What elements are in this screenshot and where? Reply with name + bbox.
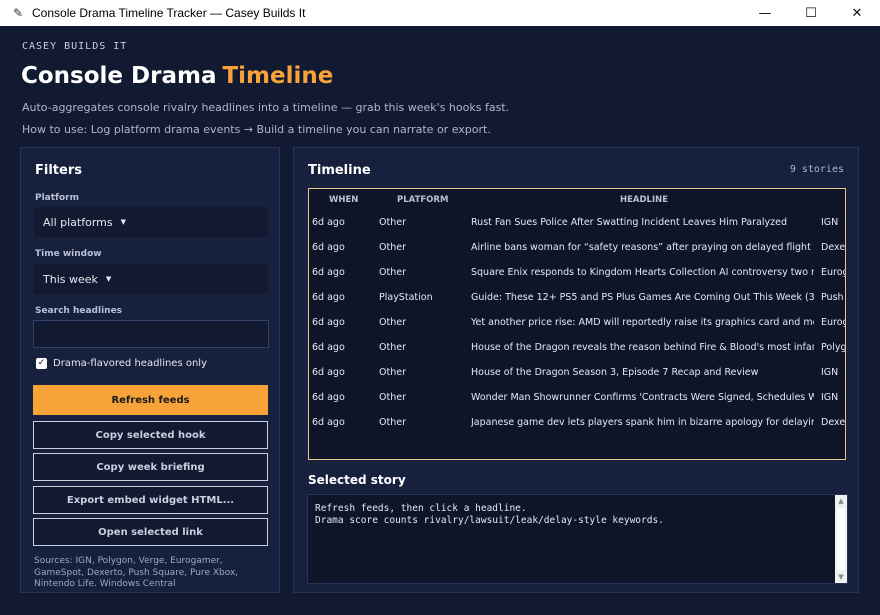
row-headline: Japanese game dev lets players spank him… [471, 417, 814, 428]
tagline: Auto-aggregates console rivalry headline… [22, 101, 510, 114]
platform-select-value: All platforms [43, 215, 113, 229]
column-header-platform[interactable]: PLATFORM [397, 195, 448, 205]
row-platform: Other [379, 217, 406, 228]
row-headline: Square Enix responds to Kingdom Hearts C… [471, 267, 814, 278]
timeline-table[interactable]: WHEN PLATFORM HEADLINE 6d ago Other Rust F… [308, 188, 846, 460]
scroll-up-icon[interactable]: ▲ [835, 495, 847, 507]
table-row[interactable]: 6d ago PlayStation Guide: These 12+ PS5 an… [309, 285, 845, 310]
row-source: IGN [821, 367, 839, 378]
row-source: Dexer [821, 242, 846, 253]
drama-only-label: Drama-flavored headlines only [53, 358, 208, 369]
brand-label: CASEY BUILDS IT [22, 41, 128, 52]
feather-icon: ✎ [12, 6, 24, 20]
platform-label: Platform [35, 193, 79, 203]
table-row[interactable]: 6d ago Other Yet another price rise: AMD w… [309, 310, 846, 335]
timeline-title: Timeline [308, 163, 371, 178]
caret-down-icon: ▼ [120, 218, 126, 226]
page-title-accent: Timeline [222, 63, 334, 89]
table-row[interactable]: 6d ago Other House of the Dragon Season 3,… [309, 360, 845, 385]
row-when: 6d ago [312, 367, 345, 378]
selected-story-textbox[interactable]: Refresh feeds, then click a headline. Dr… [307, 494, 848, 584]
table-row[interactable]: 6d ago Other House of the Dragon reveals t… [309, 335, 846, 360]
story-count: 9 stories [789, 164, 844, 175]
platform-select[interactable]: All platforms ▼ [34, 207, 268, 237]
how-to-text: How to use: Log platform drama events → … [22, 123, 491, 136]
row-headline: House of the Dragon Season 3, Episode 7 … [471, 367, 759, 378]
page-title-main: Console Drama [21, 63, 217, 89]
app-body: CASEY BUILDS IT Console Drama Timeline Au… [0, 26, 880, 615]
copy-hook-button[interactable]: Copy selected hook [33, 421, 268, 449]
search-label: Search headlines [35, 306, 123, 316]
row-headline: Guide: These 12+ PS5 and PS Plus Games A… [471, 292, 814, 303]
window-titlebar: ✎ Console Drama Timeline Tracker — Casey… [0, 0, 880, 26]
row-when: 6d ago [312, 242, 345, 253]
window-title: Console Drama Timeline Tracker — Casey B… [32, 6, 306, 20]
selected-story-text: Refresh feeds, then click a headline. Dr… [315, 503, 664, 526]
row-source: Eurog [821, 267, 846, 278]
time-window-select[interactable]: This week ▼ [34, 264, 268, 294]
row-headline: Rust Fan Sues Police After Swatting Inci… [471, 217, 787, 228]
row-source: IGN [821, 217, 839, 228]
row-platform: Other [379, 317, 406, 328]
row-platform: Other [379, 267, 406, 278]
filters-title: Filters [35, 163, 82, 178]
maximize-button[interactable]: ☐ [788, 0, 834, 26]
row-platform: Other [379, 342, 406, 353]
table-header: WHEN PLATFORM HEADLINE [309, 189, 845, 211]
table-row[interactable]: 6d ago Other Japanese game dev lets player… [309, 410, 846, 435]
filters-panel: Filters Platform All platforms ▼ Time wi… [20, 147, 280, 593]
scroll-down-icon[interactable]: ▼ [835, 571, 847, 583]
row-when: 6d ago [312, 342, 345, 353]
row-source: IGN [821, 392, 839, 403]
table-row[interactable]: 6d ago Other Square Enix responds to Kingd… [309, 260, 846, 285]
column-header-when[interactable]: WHEN [329, 195, 358, 205]
row-source: Push [821, 292, 844, 303]
row-when: 6d ago [312, 217, 345, 228]
row-platform: Other [379, 367, 406, 378]
drama-only-checkbox-row[interactable]: ✓ Drama-flavored headlines only [36, 358, 207, 369]
row-headline: Airline bans woman for “safety reasons” … [471, 242, 811, 253]
row-platform: PlayStation [379, 292, 433, 303]
row-when: 6d ago [312, 417, 345, 428]
selected-story-scrollbar[interactable]: ▲ ▼ [835, 495, 847, 583]
open-link-button[interactable]: Open selected link [33, 518, 268, 546]
row-when: 6d ago [312, 392, 345, 403]
row-platform: Other [379, 417, 406, 428]
table-row[interactable]: 6d ago Other Wonder Man Showrunner Confirm… [309, 385, 845, 410]
scroll-thumb[interactable] [837, 508, 845, 570]
close-button[interactable]: ✕ [834, 0, 880, 26]
window-controls: — ☐ ✕ [742, 0, 880, 26]
search-input[interactable] [33, 320, 269, 348]
row-headline: Yet another price rise: AMD will reporte… [471, 317, 814, 328]
export-widget-button[interactable]: Export embed widget HTML... [33, 486, 268, 514]
minimize-button[interactable]: — [742, 0, 788, 26]
row-headline: Wonder Man Showrunner Confirms 'Contract… [471, 392, 814, 403]
row-platform: Other [379, 392, 406, 403]
sources-text: Sources: IGN, Polygon, Verge, Eurogamer,… [34, 556, 239, 586]
refresh-feeds-button[interactable]: Refresh feeds [33, 385, 268, 415]
row-headline: House of the Dragon reveals the reason b… [471, 342, 814, 353]
caret-down-icon: ▼ [105, 275, 112, 283]
column-header-headline[interactable]: HEADLINE [620, 195, 668, 205]
table-row[interactable]: 6d ago Other Rust Fan Sues Police After Sw… [309, 210, 845, 235]
copy-briefing-button[interactable]: Copy week briefing [33, 453, 268, 481]
row-platform: Other [379, 242, 406, 253]
row-when: 6d ago [312, 292, 345, 303]
time-window-select-value: This week [43, 272, 98, 286]
page-title: Console Drama Timeline [21, 63, 333, 89]
time-window-label: Time window [35, 249, 102, 259]
row-source: Eurog [821, 317, 846, 328]
check-icon[interactable]: ✓ [36, 358, 47, 369]
row-source: Dexer [821, 417, 846, 428]
selected-story-title: Selected story [308, 473, 406, 487]
table-row[interactable]: 6d ago Other Airline bans woman for “safet… [309, 235, 846, 260]
timeline-panel: Timeline 9 stories WHEN PLATFORM HEADLIN… [293, 147, 859, 593]
row-when: 6d ago [312, 267, 345, 278]
row-source: Polyg [821, 342, 846, 353]
row-when: 6d ago [312, 317, 345, 328]
